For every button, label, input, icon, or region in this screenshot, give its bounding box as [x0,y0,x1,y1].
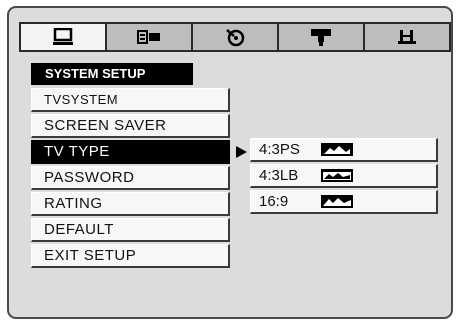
menu-item-tvsystem[interactable]: TVSYSTEM [31,88,230,112]
monitor-icon [53,28,73,45]
menu-item-tv-type[interactable]: TV TYPE [31,140,230,164]
menu-item-password[interactable]: PASSWORD [31,166,230,190]
menu-item-screen-saver[interactable]: SCREEN SAVER [31,114,230,138]
tab-system[interactable] [21,24,105,50]
tab-dolby[interactable] [191,24,277,50]
submenu-item-16-9[interactable]: 16:9 [250,190,438,214]
letterbox-thumbnail-icon [321,169,353,182]
section-title: SYSTEM SETUP [31,63,193,85]
tab-bar [19,22,451,52]
tab-preference[interactable] [363,24,449,50]
menu-item-default[interactable]: DEFAULT [31,218,230,242]
submenu-item-4-3ps[interactable]: 4:3PS [250,138,438,162]
tab-audio[interactable] [105,24,191,50]
tab-video[interactable] [277,24,363,50]
dolby-icon [226,29,245,47]
widescreen-thumbnail-icon [321,195,353,208]
video-icon [311,29,331,46]
speaker-icon [137,30,160,44]
submenu-item-label: 4:3LB [259,166,299,184]
pan-scan-thumbnail-icon [321,143,353,156]
setup-menu: TVSYSTEM SCREEN SAVER TV TYPE PASSWORD R… [31,88,230,270]
submenu-item-label: 16:9 [259,192,289,210]
tv-type-submenu: 4:3PS 4:3LB 16:9 [250,138,438,216]
menu-item-exit-setup[interactable]: EXIT SETUP [31,244,230,268]
submenu-item-label: 4:3PS [259,140,300,158]
submenu-pointer-icon [236,146,247,158]
menu-item-rating[interactable]: RATING [31,192,230,216]
submenu-item-4-3lb[interactable]: 4:3LB [250,164,438,188]
preference-icon [398,30,416,44]
